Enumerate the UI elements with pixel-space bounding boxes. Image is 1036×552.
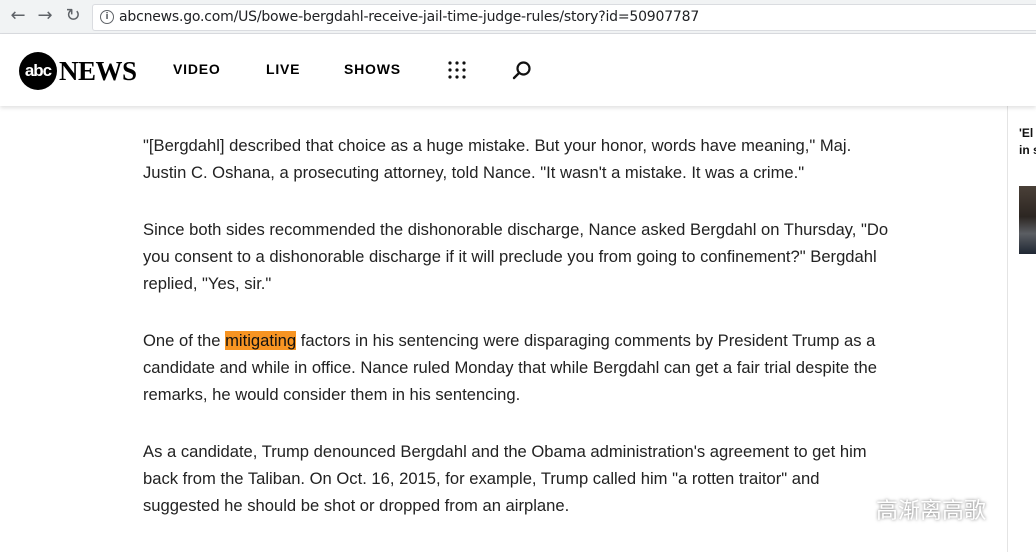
watermark-text: 高渐离高歌 <box>876 499 987 524</box>
url-text[interactable]: abcnews.go.com/US/bowe-bergdahl-receive-… <box>119 9 699 25</box>
article-body: "[Bergdahl] described that choice as a h… <box>143 132 893 549</box>
nav-video[interactable]: VIDEO <box>173 61 221 77</box>
menu-grid-icon[interactable] <box>448 61 466 79</box>
address-bar[interactable]: i abcnews.go.com/US/bowe-bergdahl-receiv… <box>92 4 1036 31</box>
sidebar-thumbnail[interactable] <box>1019 186 1036 254</box>
sidebar-teaser[interactable]: 'El in s <box>1019 125 1036 159</box>
sidebar-teaser-line-2: in s <box>1019 143 1036 157</box>
info-icon[interactable]: i <box>100 10 114 24</box>
abc-news-logo[interactable]: abc NEWS <box>19 52 137 90</box>
logo-circle: abc <box>19 52 57 90</box>
back-arrow-icon[interactable]: ← <box>8 6 28 26</box>
article-paragraph-3: One of the mitigating factors in his sen… <box>143 327 893 408</box>
sidebar-divider <box>1007 106 1008 552</box>
reload-icon[interactable]: ↻ <box>63 6 83 26</box>
article-paragraph-2: Since both sides recommended the dishono… <box>143 220 889 293</box>
watermark: 高渐离高歌 <box>826 492 986 526</box>
paragraph-3-start: One of the <box>143 331 226 350</box>
search-icon[interactable] <box>512 60 532 80</box>
highlighted-word: mitigating <box>225 331 297 350</box>
logo-word: NEWS <box>59 55 137 86</box>
site-header: abc NEWS VIDEO LIVE SHOWS <box>0 34 1036 106</box>
browser-toolbar: ← → ↻ i abcnews.go.com/US/bowe-bergdahl-… <box>0 0 1036 34</box>
wechat-icon <box>827 494 865 523</box>
sidebar-teaser-line-1: 'El <box>1019 126 1034 140</box>
article-paragraph-4: As a candidate, Trump denounced Bergdahl… <box>143 442 867 515</box>
nav-live[interactable]: LIVE <box>266 61 300 77</box>
forward-arrow-icon[interactable]: → <box>35 6 55 26</box>
nav-shows[interactable]: SHOWS <box>344 61 401 77</box>
article-paragraph-1: "[Bergdahl] described that choice as a h… <box>143 136 852 182</box>
